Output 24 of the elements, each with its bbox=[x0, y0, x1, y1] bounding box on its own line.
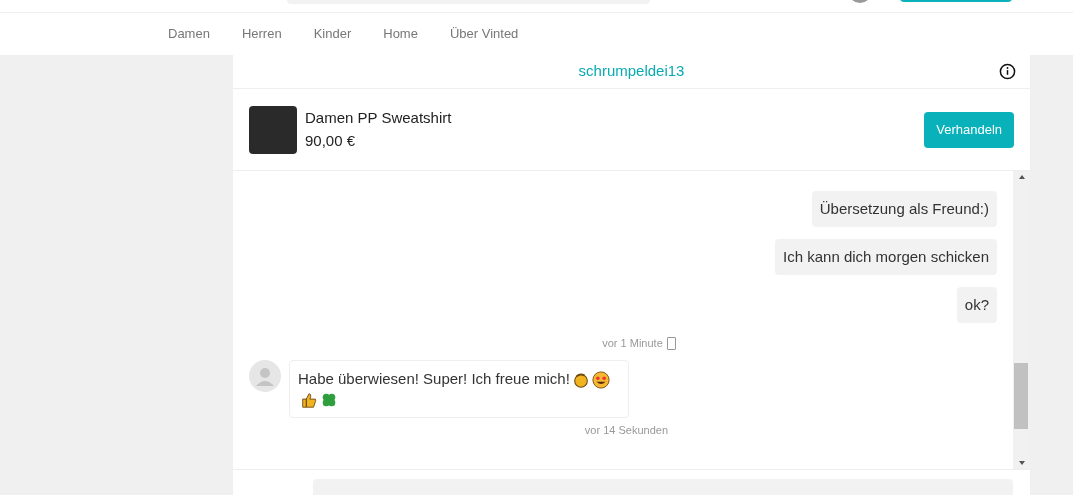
heart-eyes-face-icon bbox=[591, 370, 610, 389]
sent-message-bubble: ok? bbox=[956, 287, 997, 323]
item-title: Damen PP Sweatshirt bbox=[305, 108, 452, 128]
info-icon[interactable] bbox=[999, 63, 1016, 80]
sent-message-bubble: Übersetzung als Freund:) bbox=[811, 191, 997, 227]
scrollbar-thumb[interactable] bbox=[1014, 363, 1028, 429]
nav-link[interactable]: Home bbox=[383, 24, 418, 44]
message-text: Habe überwiesen! Super! Ich freue mich! bbox=[298, 369, 570, 387]
nav-link[interactable]: Herren bbox=[241, 24, 282, 44]
nav-link[interactable]: Über Vinted bbox=[449, 24, 519, 44]
photo-placeholder bbox=[249, 105, 297, 154]
thumbs-up-icon bbox=[300, 390, 318, 409]
avatar-icon bbox=[249, 359, 281, 392]
sent-message-bubble: Ich kann dich morgen schicken bbox=[775, 239, 997, 275]
username-link[interactable]: schrumpeldei13 bbox=[578, 60, 685, 83]
item-price: 90,00 € bbox=[305, 130, 357, 151]
scroll-up-icon[interactable] bbox=[1018, 175, 1025, 179]
nav-link[interactable]: Damen bbox=[168, 24, 210, 44]
negotiate-button[interactable]: Verhandeln bbox=[924, 111, 1014, 148]
message-timestamp: vor 1 Minute bbox=[602, 336, 663, 351]
message-timestamp: vor 14 Sekunden bbox=[584, 422, 668, 438]
scrollbar[interactable] bbox=[1013, 171, 1030, 469]
nav-link[interactable]: Kinder bbox=[313, 24, 352, 44]
scroll-down-icon[interactable] bbox=[1018, 461, 1025, 465]
